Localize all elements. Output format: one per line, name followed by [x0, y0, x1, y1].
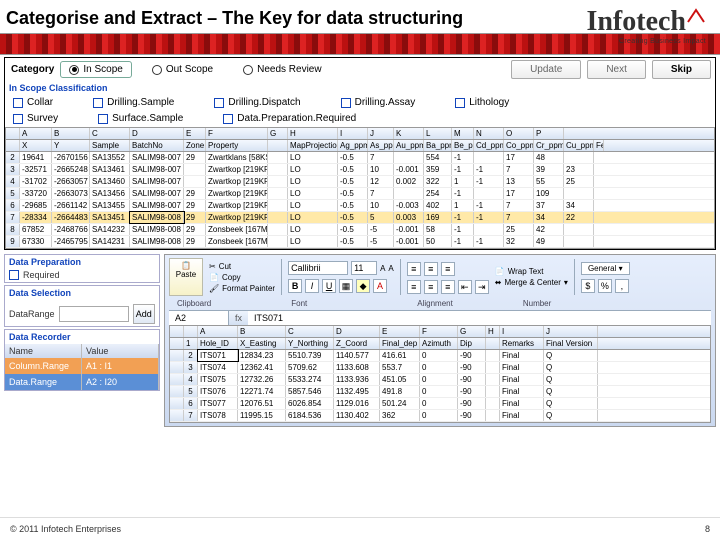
category-label: Category [9, 62, 60, 77]
fill-icon[interactable]: ◆ [356, 279, 370, 293]
align-center-icon[interactable]: ≡ [424, 280, 438, 294]
table-row[interactable]: 5ITS07612271.745857.5461132.495491.80-90… [170, 386, 710, 398]
scope-label: In Scope Classification [5, 81, 715, 95]
cut-button[interactable]: ✂ Cut [209, 262, 275, 271]
shrink-font-icon[interactable]: A [388, 264, 393, 273]
indent-dec-icon[interactable]: ⇤ [458, 280, 472, 294]
table-row[interactable]: 7ITS07811995.156184.5361130.4023620-90Fi… [170, 410, 710, 422]
cell-reference[interactable]: A2 [169, 311, 229, 325]
align-top-icon[interactable]: ≡ [407, 262, 421, 276]
table-row[interactable]: 4-31702-2663057SA13460SALIM98-007Zwartko… [6, 176, 714, 188]
table-row[interactable]: 4ITS07512732.265533.2741133.936451.050-9… [170, 374, 710, 386]
next-button[interactable]: Next [587, 60, 646, 79]
table-row[interactable]: 2ITS07112834.235510.7391140.577416.610-9… [170, 350, 710, 362]
align-mid-icon[interactable]: ≡ [424, 262, 438, 276]
data-preparation: Data Preparation Required [4, 254, 160, 283]
wrap-text-button[interactable]: 📄 Wrap Text [495, 267, 568, 276]
row-column-range[interactable]: Column.RangeA1 : I1 [5, 358, 159, 374]
update-button[interactable]: Update [511, 60, 581, 79]
grow-font-icon[interactable]: A [380, 264, 385, 273]
align-bot-icon[interactable]: ≡ [441, 262, 455, 276]
table-row[interactable]: 219641-2670156SA13552SALIM98-00729Zwartk… [6, 152, 714, 164]
checkbox-drilling-sample[interactable]: Drilling.Sample [93, 97, 174, 108]
table-row[interactable]: 5-33720-2663073SA13456SALIM98-00729Zwart… [6, 188, 714, 200]
checkbox-drilling-assay[interactable]: Drilling.Assay [341, 97, 416, 108]
table-row[interactable]: 967330-2465795SA14231SALIM98-00829Zonsbe… [6, 236, 714, 248]
paste-button[interactable]: 📋Paste [169, 258, 203, 296]
format-painter-button[interactable]: 🖌 Format Painter [209, 284, 275, 293]
table-row[interactable]: 6-29685-2661142SA13455SALIM98-00729Zwart… [6, 200, 714, 212]
footer-copyright: © 2011 Infotech Enterprises [10, 524, 121, 534]
border-icon[interactable]: ▦ [339, 279, 353, 293]
data-selection: Data Selection DataRange Add [4, 285, 160, 327]
radio-out-scope[interactable]: Out Scope [152, 64, 213, 75]
merge-center-button[interactable]: ⬌ Merge & Center ▾ [495, 278, 568, 287]
checkbox-survey[interactable]: Survey [13, 113, 58, 124]
currency-icon[interactable]: $ [581, 279, 595, 293]
top-panel: Category In Scope Out Scope Needs Review… [4, 57, 716, 250]
table-row[interactable]: 3-32571-2665248SA13461SALIM98-007Zwartko… [6, 164, 714, 176]
table-row[interactable]: 867852-2468766SA14232SALIM98-00829Zonsbe… [6, 224, 714, 236]
add-button[interactable]: Add [133, 304, 155, 324]
checkbox-surface-sample[interactable]: Surface.Sample [98, 113, 183, 124]
align-left-icon[interactable]: ≡ [407, 280, 421, 294]
table-row[interactable]: 6ITS07712076.516026.8541129.016501.240-9… [170, 398, 710, 410]
row-data-range[interactable]: Data.RangeA2 : I20 [5, 374, 159, 390]
footer-page-number: 8 [705, 524, 710, 534]
table-row[interactable]: 7-28334-2664483SA13451SALIM98-00829Zwart… [6, 212, 714, 224]
copy-button[interactable]: 📄 Copy [209, 273, 275, 282]
bold-icon[interactable]: B [288, 279, 302, 293]
comma-icon[interactable]: , [615, 279, 629, 293]
indent-inc-icon[interactable]: ⇥ [475, 280, 489, 294]
data-recorder: Data Recorder NameValue Column.RangeA1 :… [4, 329, 160, 391]
table-row[interactable]: 3ITS07412362.415709.621133.608553.70-90F… [170, 362, 710, 374]
ribbon: 📋Paste ✂ Cut 📄 Copy 🖌 Format Painter A [164, 254, 716, 427]
font-color-icon[interactable]: A [373, 279, 387, 293]
align-right-icon[interactable]: ≡ [441, 280, 455, 294]
italic-icon[interactable]: I [305, 279, 319, 293]
radio-needs-review[interactable]: Needs Review [243, 64, 321, 75]
radio-in-scope[interactable]: In Scope [60, 61, 131, 78]
datarange-input[interactable] [59, 306, 129, 322]
logo: Infotech Creating Business Impact [586, 6, 706, 45]
underline-icon[interactable]: U [322, 279, 336, 293]
checkbox-lithology[interactable]: Lithology [455, 97, 509, 108]
checkbox-collar[interactable]: Collar [13, 97, 53, 108]
datarange-label: DataRange [9, 309, 55, 319]
checkbox-drilling-dispatch[interactable]: Drilling.Dispatch [214, 97, 300, 108]
font-size-select[interactable] [351, 261, 377, 275]
font-select[interactable] [288, 261, 348, 275]
checkbox-data-preparation-required[interactable]: Data.Preparation.Required [223, 113, 356, 124]
number-format-select[interactable]: General ▾ [581, 262, 630, 275]
fx-icon[interactable]: fx [229, 311, 248, 325]
skip-button[interactable]: Skip [652, 60, 711, 79]
formula-bar[interactable]: ITS071 [248, 311, 711, 325]
percent-icon[interactable]: % [598, 279, 612, 293]
